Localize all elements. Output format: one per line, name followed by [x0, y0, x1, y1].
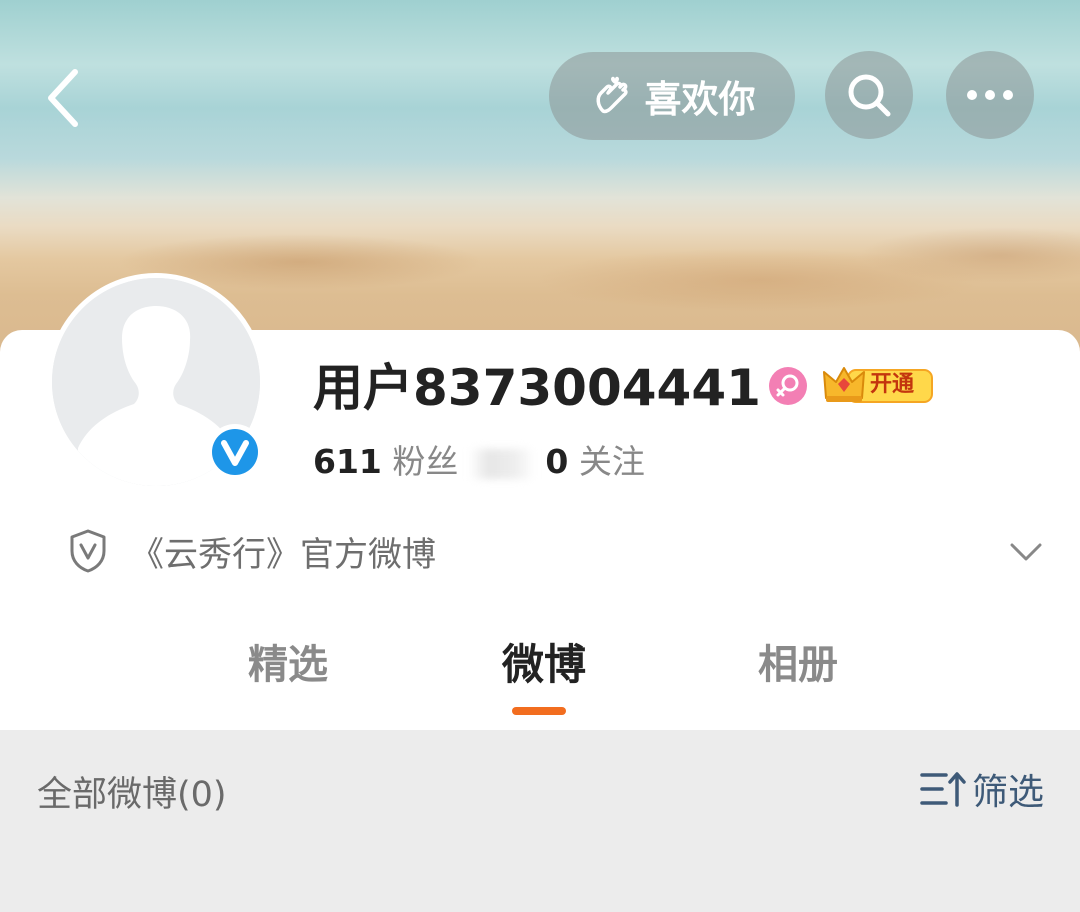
filter-label: 筛选 [971, 772, 1044, 813]
chevron-down-icon[interactable] [1006, 532, 1046, 572]
profile-description: 《云秀行》官方微博 [130, 534, 436, 575]
search-button[interactable] [825, 51, 913, 139]
shield-v-icon [70, 529, 106, 573]
profile-stats: 611 粉丝 0 关注 [313, 438, 645, 486]
filter-button[interactable]: 筛选 [920, 764, 1044, 814]
profile-description-row[interactable]: 《云秀行》官方微博 [60, 520, 1050, 582]
female-icon [769, 367, 807, 405]
active-tab-indicator [512, 707, 566, 715]
like-you-button[interactable]: 喜欢你 [549, 52, 795, 140]
profile-tabs: 精选 微博 相册 [0, 625, 1080, 725]
vip-open-label: 开通 [870, 372, 915, 397]
tab-album[interactable]: 相册 [708, 635, 888, 695]
fans-count[interactable]: 611 [313, 442, 382, 481]
tab-weibo[interactable]: 微博 [454, 635, 634, 695]
verified-v-icon [212, 429, 258, 475]
verified-badge[interactable] [207, 424, 263, 480]
following-label[interactable]: 关注 [579, 442, 645, 481]
heart-hand-icon [596, 76, 628, 114]
blurred-region [468, 448, 535, 479]
fans-label[interactable]: 粉丝 [392, 442, 458, 481]
search-icon [848, 74, 891, 117]
following-count[interactable]: 0 [545, 442, 568, 481]
more-button[interactable] [946, 51, 1034, 139]
vip-open-badge[interactable]: 开通 [822, 362, 934, 408]
back-arrow-icon [48, 69, 78, 127]
filter-sort-icon [920, 772, 966, 807]
tab-featured[interactable]: 精选 [198, 635, 378, 695]
weibo-filter-bar: 全部微博(0) 筛选 [0, 730, 1080, 850]
username: 用户8373004441 [313, 359, 761, 417]
back-button[interactable] [28, 58, 98, 138]
like-you-label: 喜欢你 [644, 78, 756, 121]
more-dots-icon [967, 90, 1013, 100]
all-weibo-count: 全部微博(0) [37, 775, 227, 815]
